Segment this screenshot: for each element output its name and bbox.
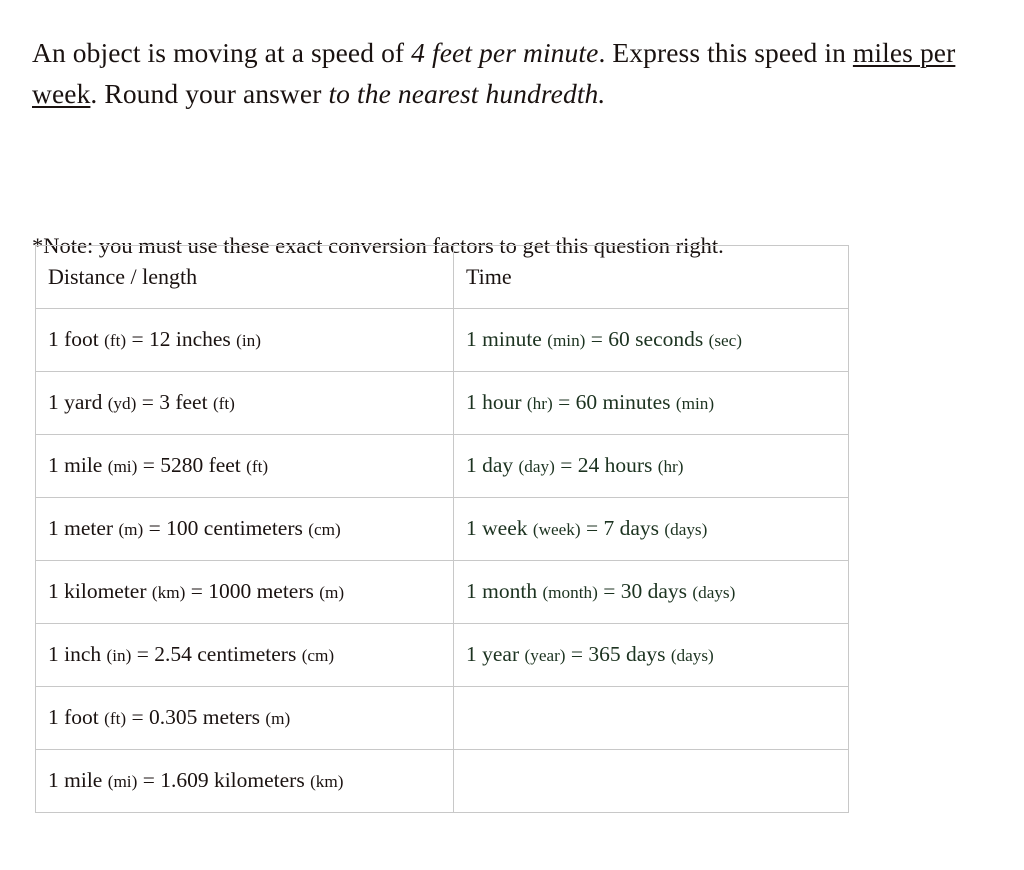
unit-name-from: 1 minute xyxy=(466,327,548,351)
table-body: 1 foot (ft) = 12 inches (in) 1 minute (mi… xyxy=(35,308,849,813)
table-row: 1 foot (ft) = 0.305 meters (m) xyxy=(35,686,849,750)
unit-equivalence: = 12 inches xyxy=(126,327,237,351)
cell-time-conversion: 1 year (year) = 365 days (days) xyxy=(453,623,849,687)
unit-abbr-to: (hr) xyxy=(657,457,684,476)
question-text-part-2: . Express this speed in xyxy=(598,36,853,68)
unit-abbr-from: (week) xyxy=(532,520,581,539)
table-row: 1 mile (mi) = 1.609 kilometers (km) xyxy=(35,749,849,813)
unit-name-from: 1 foot xyxy=(48,327,105,351)
unit-equivalence: = 1000 meters xyxy=(185,579,320,603)
unit-abbr-from: (yd) xyxy=(107,394,137,413)
column-header-distance: Distance / length xyxy=(35,245,454,309)
unit-abbr-to: (ft) xyxy=(246,457,269,476)
unit-name-from: 1 day xyxy=(466,453,519,477)
unit-name-from: 1 foot xyxy=(48,705,105,729)
unit-name-from: 1 month xyxy=(466,579,543,603)
conversion-factors-table: Distance / length Time 1 foot (ft) = 12 … xyxy=(35,245,849,813)
question-page: An object is moving at a speed of 4 feet… xyxy=(0,0,1024,870)
cell-distance-conversion: 1 mile (mi) = 1.609 kilometers (km) xyxy=(35,749,454,813)
cell-distance-conversion: 1 foot (ft) = 12 inches (in) xyxy=(35,308,454,372)
question-text-part-1: An object is moving at a speed of xyxy=(32,36,412,68)
unit-equivalence: = 24 hours xyxy=(554,453,658,477)
unit-equivalence: = 3 feet xyxy=(136,390,213,414)
cell-time-conversion: 1 day (day) = 24 hours (hr) xyxy=(453,434,849,498)
unit-equivalence: = 60 minutes xyxy=(552,390,676,414)
unit-abbr-from: (hr) xyxy=(526,394,553,413)
table-header: Distance / length Time xyxy=(35,245,849,309)
unit-name-from: 1 yard xyxy=(48,390,108,414)
table-row: 1 inch (in) = 2.54 centimeters (cm) 1 yea… xyxy=(35,623,849,687)
unit-equivalence: = 1.609 kilometers xyxy=(137,768,311,792)
unit-abbr-from: (mi) xyxy=(107,772,138,791)
unit-abbr-from: (month) xyxy=(542,583,598,602)
cell-distance-conversion: 1 meter (m) = 100 centimeters (cm) xyxy=(35,497,454,561)
cell-time-conversion-empty xyxy=(453,686,849,750)
unit-abbr-to: (m) xyxy=(265,709,291,728)
question-prompt: An object is moving at a speed of 4 feet… xyxy=(32,32,980,114)
unit-name-from: 1 week xyxy=(466,516,533,540)
unit-equivalence: = 30 days xyxy=(597,579,693,603)
cell-time-conversion: 1 week (week) = 7 days (days) xyxy=(453,497,849,561)
table-header-row: Distance / length Time xyxy=(35,245,849,309)
unit-equivalence: = 2.54 centimeters xyxy=(131,642,302,666)
unit-abbr-from: (ft) xyxy=(104,709,127,728)
unit-abbr-from: (ft) xyxy=(104,331,127,350)
unit-name-from: 1 year xyxy=(466,642,525,666)
cell-time-conversion-empty xyxy=(453,749,849,813)
column-header-time: Time xyxy=(453,245,849,309)
unit-abbr-to: (min) xyxy=(675,394,715,413)
unit-name-from: 1 mile xyxy=(48,453,108,477)
unit-abbr-to: (km) xyxy=(310,772,344,791)
unit-abbr-from: (mi) xyxy=(107,457,138,476)
unit-abbr-from: (day) xyxy=(518,457,555,476)
cell-time-conversion: 1 minute (min) = 60 seconds (sec) xyxy=(453,308,849,372)
unit-name-from: 1 inch xyxy=(48,642,107,666)
unit-abbr-to: (sec) xyxy=(708,331,743,350)
cell-distance-conversion: 1 inch (in) = 2.54 centimeters (cm) xyxy=(35,623,454,687)
unit-equivalence: = 5280 feet xyxy=(137,453,247,477)
unit-name-from: 1 mile xyxy=(48,768,108,792)
unit-abbr-to: (m) xyxy=(319,583,345,602)
unit-equivalence: = 60 seconds xyxy=(585,327,709,351)
unit-equivalence: = 0.305 meters xyxy=(126,705,266,729)
question-text-part-4: . xyxy=(598,77,606,109)
table-row: 1 foot (ft) = 12 inches (in) 1 minute (mi… xyxy=(35,308,849,372)
unit-abbr-to: (days) xyxy=(670,646,714,665)
unit-abbr-from: (in) xyxy=(106,646,132,665)
unit-abbr-from: (km) xyxy=(151,583,186,602)
unit-abbr-from: (min) xyxy=(547,331,586,350)
table-row: 1 mile (mi) = 5280 feet (ft) 1 day (day) … xyxy=(35,434,849,498)
unit-equivalence: = 365 days xyxy=(565,642,671,666)
question-text-part-3: . Round your answer xyxy=(90,77,329,109)
unit-abbr-to: (cm) xyxy=(308,520,341,539)
table-row: 1 yard (yd) = 3 feet (ft) 1 hour (hr) = 6… xyxy=(35,371,849,435)
unit-abbr-to: (in) xyxy=(236,331,261,350)
question-emphasis-rounding: to the nearest hundredth xyxy=(328,77,599,109)
question-emphasis-speed: 4 feet per minute xyxy=(411,36,599,68)
cell-distance-conversion: 1 yard (yd) = 3 feet (ft) xyxy=(35,371,454,435)
cell-distance-conversion: 1 mile (mi) = 5280 feet (ft) xyxy=(35,434,454,498)
unit-abbr-to: (days) xyxy=(664,520,708,539)
unit-name-from: 1 meter xyxy=(48,516,119,540)
unit-equivalence: = 7 days xyxy=(580,516,665,540)
table-row: 1 kilometer (km) = 1000 meters (m) 1 mont… xyxy=(35,560,849,624)
unit-name-from: 1 hour xyxy=(466,390,527,414)
unit-abbr-to: (days) xyxy=(692,583,736,602)
cell-distance-conversion: 1 kilometer (km) = 1000 meters (m) xyxy=(35,560,454,624)
unit-abbr-to: (cm) xyxy=(301,646,335,665)
unit-name-from: 1 kilometer xyxy=(48,579,152,603)
unit-equivalence: = 100 centimeters xyxy=(143,516,309,540)
table-row: 1 meter (m) = 100 centimeters (cm) 1 week… xyxy=(35,497,849,561)
unit-abbr-from: (m) xyxy=(118,520,144,539)
cell-time-conversion: 1 hour (hr) = 60 minutes (min) xyxy=(453,371,849,435)
cell-time-conversion: 1 month (month) = 30 days (days) xyxy=(453,560,849,624)
cell-distance-conversion: 1 foot (ft) = 0.305 meters (m) xyxy=(35,686,454,750)
unit-abbr-to: (ft) xyxy=(212,394,235,413)
unit-abbr-from: (year) xyxy=(524,646,566,665)
